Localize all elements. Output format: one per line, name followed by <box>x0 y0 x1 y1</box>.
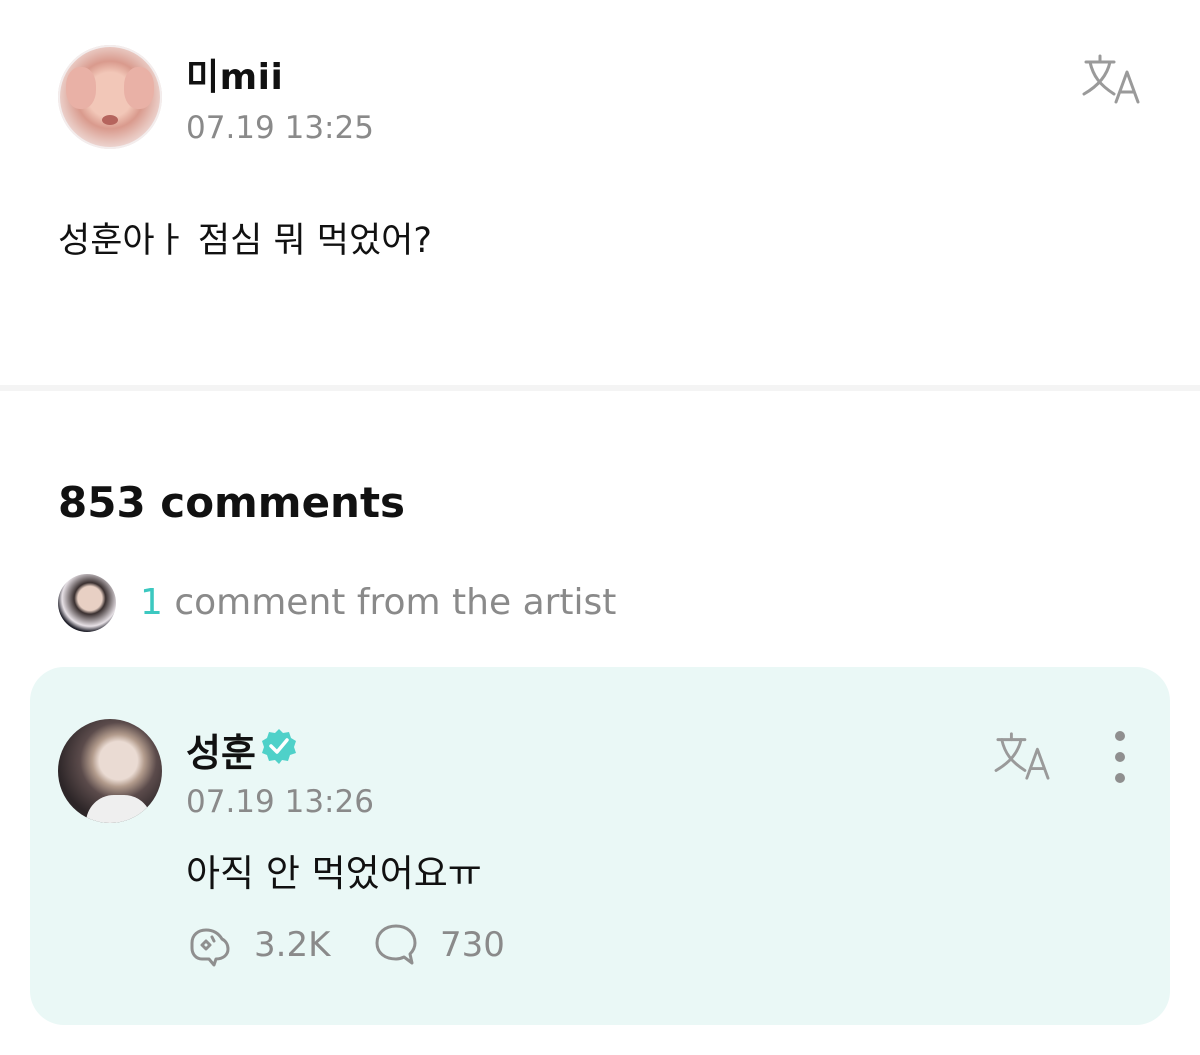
verified-badge-icon <box>260 727 298 765</box>
post-author-avatar[interactable] <box>58 45 162 149</box>
section-divider <box>0 385 1200 391</box>
translate-icon[interactable] <box>1080 52 1142 106</box>
post-body-text: 성훈아ㅏ 점심 뭐 먹었어? <box>58 221 432 261</box>
like-button[interactable]: 3.2K <box>186 921 330 969</box>
reply-bubble-icon <box>375 924 417 965</box>
comments-count-heading: 853 comments <box>58 478 406 527</box>
artist-comments-label: 1 comment from the artist <box>140 582 616 623</box>
reply-button[interactable]: 730 <box>372 921 505 969</box>
artist-avatar[interactable] <box>58 719 162 823</box>
artist-mini-avatar <box>58 574 116 632</box>
artist-comments-link[interactable]: 1 comment from the artist <box>58 574 758 634</box>
reply-count: 730 <box>440 925 505 965</box>
post-timestamp: 07.19 13:25 <box>186 110 374 146</box>
like-icon <box>190 928 230 967</box>
more-vertical-icon[interactable] <box>1108 729 1132 785</box>
artist-name[interactable]: 성훈 <box>186 722 256 777</box>
artist-comment-timestamp: 07.19 13:26 <box>186 784 374 820</box>
artist-comments-count: 1 <box>140 582 163 623</box>
artist-comment-text: 아직 안 먹었어요ㅠ <box>186 852 482 895</box>
like-count: 3.2K <box>254 925 331 965</box>
translate-icon[interactable] <box>992 730 1052 782</box>
post-author-name[interactable]: 미mii <box>186 48 283 100</box>
post: 미mii 07.19 13:25 성훈아ㅏ 점심 뭐 먹었어? <box>0 0 1200 385</box>
artist-comment-card: 성훈 07.19 13:26 아직 안 먹었어요ㅠ 3.2K 730 <box>30 667 1170 1025</box>
artist-comments-text: comment from the artist <box>162 582 617 623</box>
